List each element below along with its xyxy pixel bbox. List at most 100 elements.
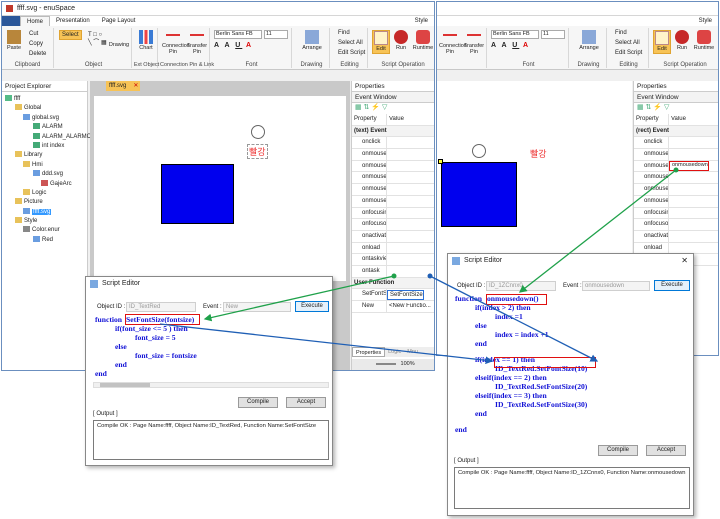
compile-button[interactable]: Compile: [598, 445, 638, 456]
event-row[interactable]: onload: [352, 242, 434, 255]
event-row[interactable]: ontask: [352, 265, 434, 278]
find-button[interactable]: Find: [615, 30, 627, 36]
event-row[interactable]: onmouseu...: [352, 184, 434, 196]
arrange-button[interactable]: Arrange: [577, 30, 601, 51]
event-row[interactable]: onmouseo...: [634, 149, 718, 161]
event-row[interactable]: onfocusin: [352, 207, 434, 220]
event-row[interactable]: onfocusout: [634, 219, 718, 231]
event-field[interactable]: New: [223, 302, 291, 312]
tree-item[interactable]: ALARM_ALARMOO: [5, 132, 96, 142]
connection-pin-button[interactable]: Connection Pin: [439, 30, 467, 55]
font-style-buttons[interactable]: A A U A: [214, 42, 253, 49]
event-row[interactable]: onmouseu...: [352, 172, 434, 185]
tree-item-selected[interactable]: ffff.svg: [5, 207, 87, 217]
tab-home[interactable]: Home: [20, 16, 51, 26]
user-function-category[interactable]: User Function: [352, 277, 434, 290]
tree-item[interactable]: ffff: [5, 95, 87, 104]
event-category[interactable]: (text) Event: [352, 125, 434, 138]
text-label-left[interactable]: 빨강: [247, 144, 268, 159]
event-row[interactable]: onclick: [352, 137, 434, 150]
runtime-button[interactable]: Runtime: [693, 30, 715, 51]
event-row[interactable]: onmouseo...: [352, 160, 434, 173]
event-row[interactable]: onactivate: [634, 230, 718, 243]
zoom-bar[interactable]: 100%: [352, 359, 434, 370]
select-all-button[interactable]: Select All: [338, 40, 363, 46]
horizontal-scrollbar[interactable]: [93, 382, 329, 388]
object-id-field[interactable]: ID_TextRed: [126, 302, 196, 312]
event-row[interactable]: onfocusout: [352, 219, 434, 231]
cut-button[interactable]: Cut: [29, 31, 38, 37]
object-id-field[interactable]: ID_1ZCnnx0: [486, 281, 556, 291]
event-row[interactable]: onmouseu...: [352, 195, 434, 208]
tree-item[interactable]: Logic: [5, 188, 87, 198]
find-button[interactable]: Find: [338, 30, 350, 36]
event-row[interactable]: onmouseu...: [634, 184, 718, 196]
tree-item[interactable]: Hmi: [5, 160, 87, 170]
tree-item[interactable]: ALARM: [5, 123, 87, 132]
edit-button[interactable]: Edit: [372, 30, 390, 54]
connection-pin-button[interactable]: Connection Pin: [162, 30, 190, 55]
select-button[interactable]: Select: [59, 30, 82, 40]
execute-button[interactable]: Execute: [295, 301, 329, 312]
transfer-pin-button[interactable]: Transfer Pin: [186, 30, 208, 55]
tree-item[interactable]: Color.enur: [5, 226, 87, 235]
code-editor[interactable]: function onmousedown() if(index > 2) the…: [454, 294, 691, 454]
accept-button[interactable]: Accept: [286, 397, 326, 408]
event-field[interactable]: onmousedown: [582, 281, 650, 291]
select-all-button[interactable]: Select All: [615, 40, 640, 46]
tree-item[interactable]: global.svg: [5, 113, 87, 123]
runtime-button[interactable]: Runtime: [412, 30, 434, 51]
property-toolbar[interactable]: ▦ ⇅ ⚡ ▽: [634, 103, 718, 114]
execute-button[interactable]: Execute: [654, 280, 690, 291]
paste-button[interactable]: Paste: [5, 30, 23, 51]
tab-page-layout[interactable]: Page Layout: [96, 16, 142, 26]
run-button[interactable]: Run: [392, 30, 410, 51]
output-area[interactable]: Compile OK : Page Name:ffff, Object Name…: [93, 420, 329, 460]
zoom-slider[interactable]: [376, 362, 396, 365]
tab-mnu[interactable]: Mnu: [404, 347, 421, 357]
text-circle-right[interactable]: [472, 144, 486, 158]
tree-item[interactable]: int index: [5, 141, 87, 151]
delete-button[interactable]: Delete: [29, 51, 46, 57]
drawing-button[interactable]: Drawing: [108, 42, 130, 48]
edit-button[interactable]: Edit: [653, 30, 671, 54]
style-label[interactable]: Style: [693, 16, 718, 26]
property-toolbar[interactable]: ▦ ⇅ ⚡ ▽: [352, 103, 434, 114]
transfer-pin-button[interactable]: Transfer Pin: [463, 30, 485, 55]
text-circle-left[interactable]: [251, 125, 265, 139]
close-icon[interactable]: ✕: [133, 81, 138, 91]
tree-item[interactable]: Style: [5, 217, 87, 226]
tree-item[interactable]: Picture: [5, 198, 87, 207]
font-size-select[interactable]: 11: [541, 30, 565, 39]
close-icon[interactable]: ✕: [681, 254, 688, 268]
chart-button[interactable]: Chart: [137, 30, 155, 51]
compile-button[interactable]: Compile: [238, 397, 278, 408]
text-label-right[interactable]: 빨강: [530, 147, 547, 160]
tree-item[interactable]: ddd.svg: [5, 170, 87, 179]
event-window-dropdown[interactable]: Event Window: [634, 92, 718, 103]
event-row[interactable]: onclick: [634, 137, 718, 150]
tree-item[interactable]: Global: [5, 104, 87, 113]
event-window-dropdown[interactable]: Event Window: [352, 92, 434, 103]
document-tab[interactable]: ffff.svg ✕: [106, 81, 141, 91]
tree-item[interactable]: GajeArc: [5, 179, 87, 189]
event-row[interactable]: onmouseo...: [352, 149, 434, 161]
selection-handle[interactable]: [438, 159, 443, 164]
style-label[interactable]: Style: [409, 16, 434, 26]
copy-button[interactable]: Copy: [29, 41, 43, 47]
accept-button[interactable]: Accept: [646, 445, 686, 456]
tab-properties[interactable]: Properties: [352, 347, 386, 357]
run-button[interactable]: Run: [673, 30, 691, 51]
tab-file[interactable]: [2, 16, 20, 26]
blue-rect-left[interactable]: [161, 164, 234, 224]
font-name-select[interactable]: Berlin Sans FB: [491, 30, 539, 39]
arrange-button[interactable]: Arrange: [300, 30, 324, 51]
blue-rect-right[interactable]: [441, 162, 517, 227]
event-row-onmousedown[interactable]: onmouseo...onmousedown: [634, 160, 718, 173]
output-area[interactable]: Compile OK : Page Name:ffff, Object Name…: [454, 467, 690, 509]
tree-item[interactable]: Red: [5, 235, 87, 245]
user-function-row[interactable]: SetFontSizeSetFontSize: [352, 289, 434, 301]
tab-presentation[interactable]: Presentation: [50, 16, 96, 26]
user-function-new-row[interactable]: New <New Functio...: [352, 301, 434, 313]
event-row[interactable]: onfocusin: [634, 207, 718, 220]
